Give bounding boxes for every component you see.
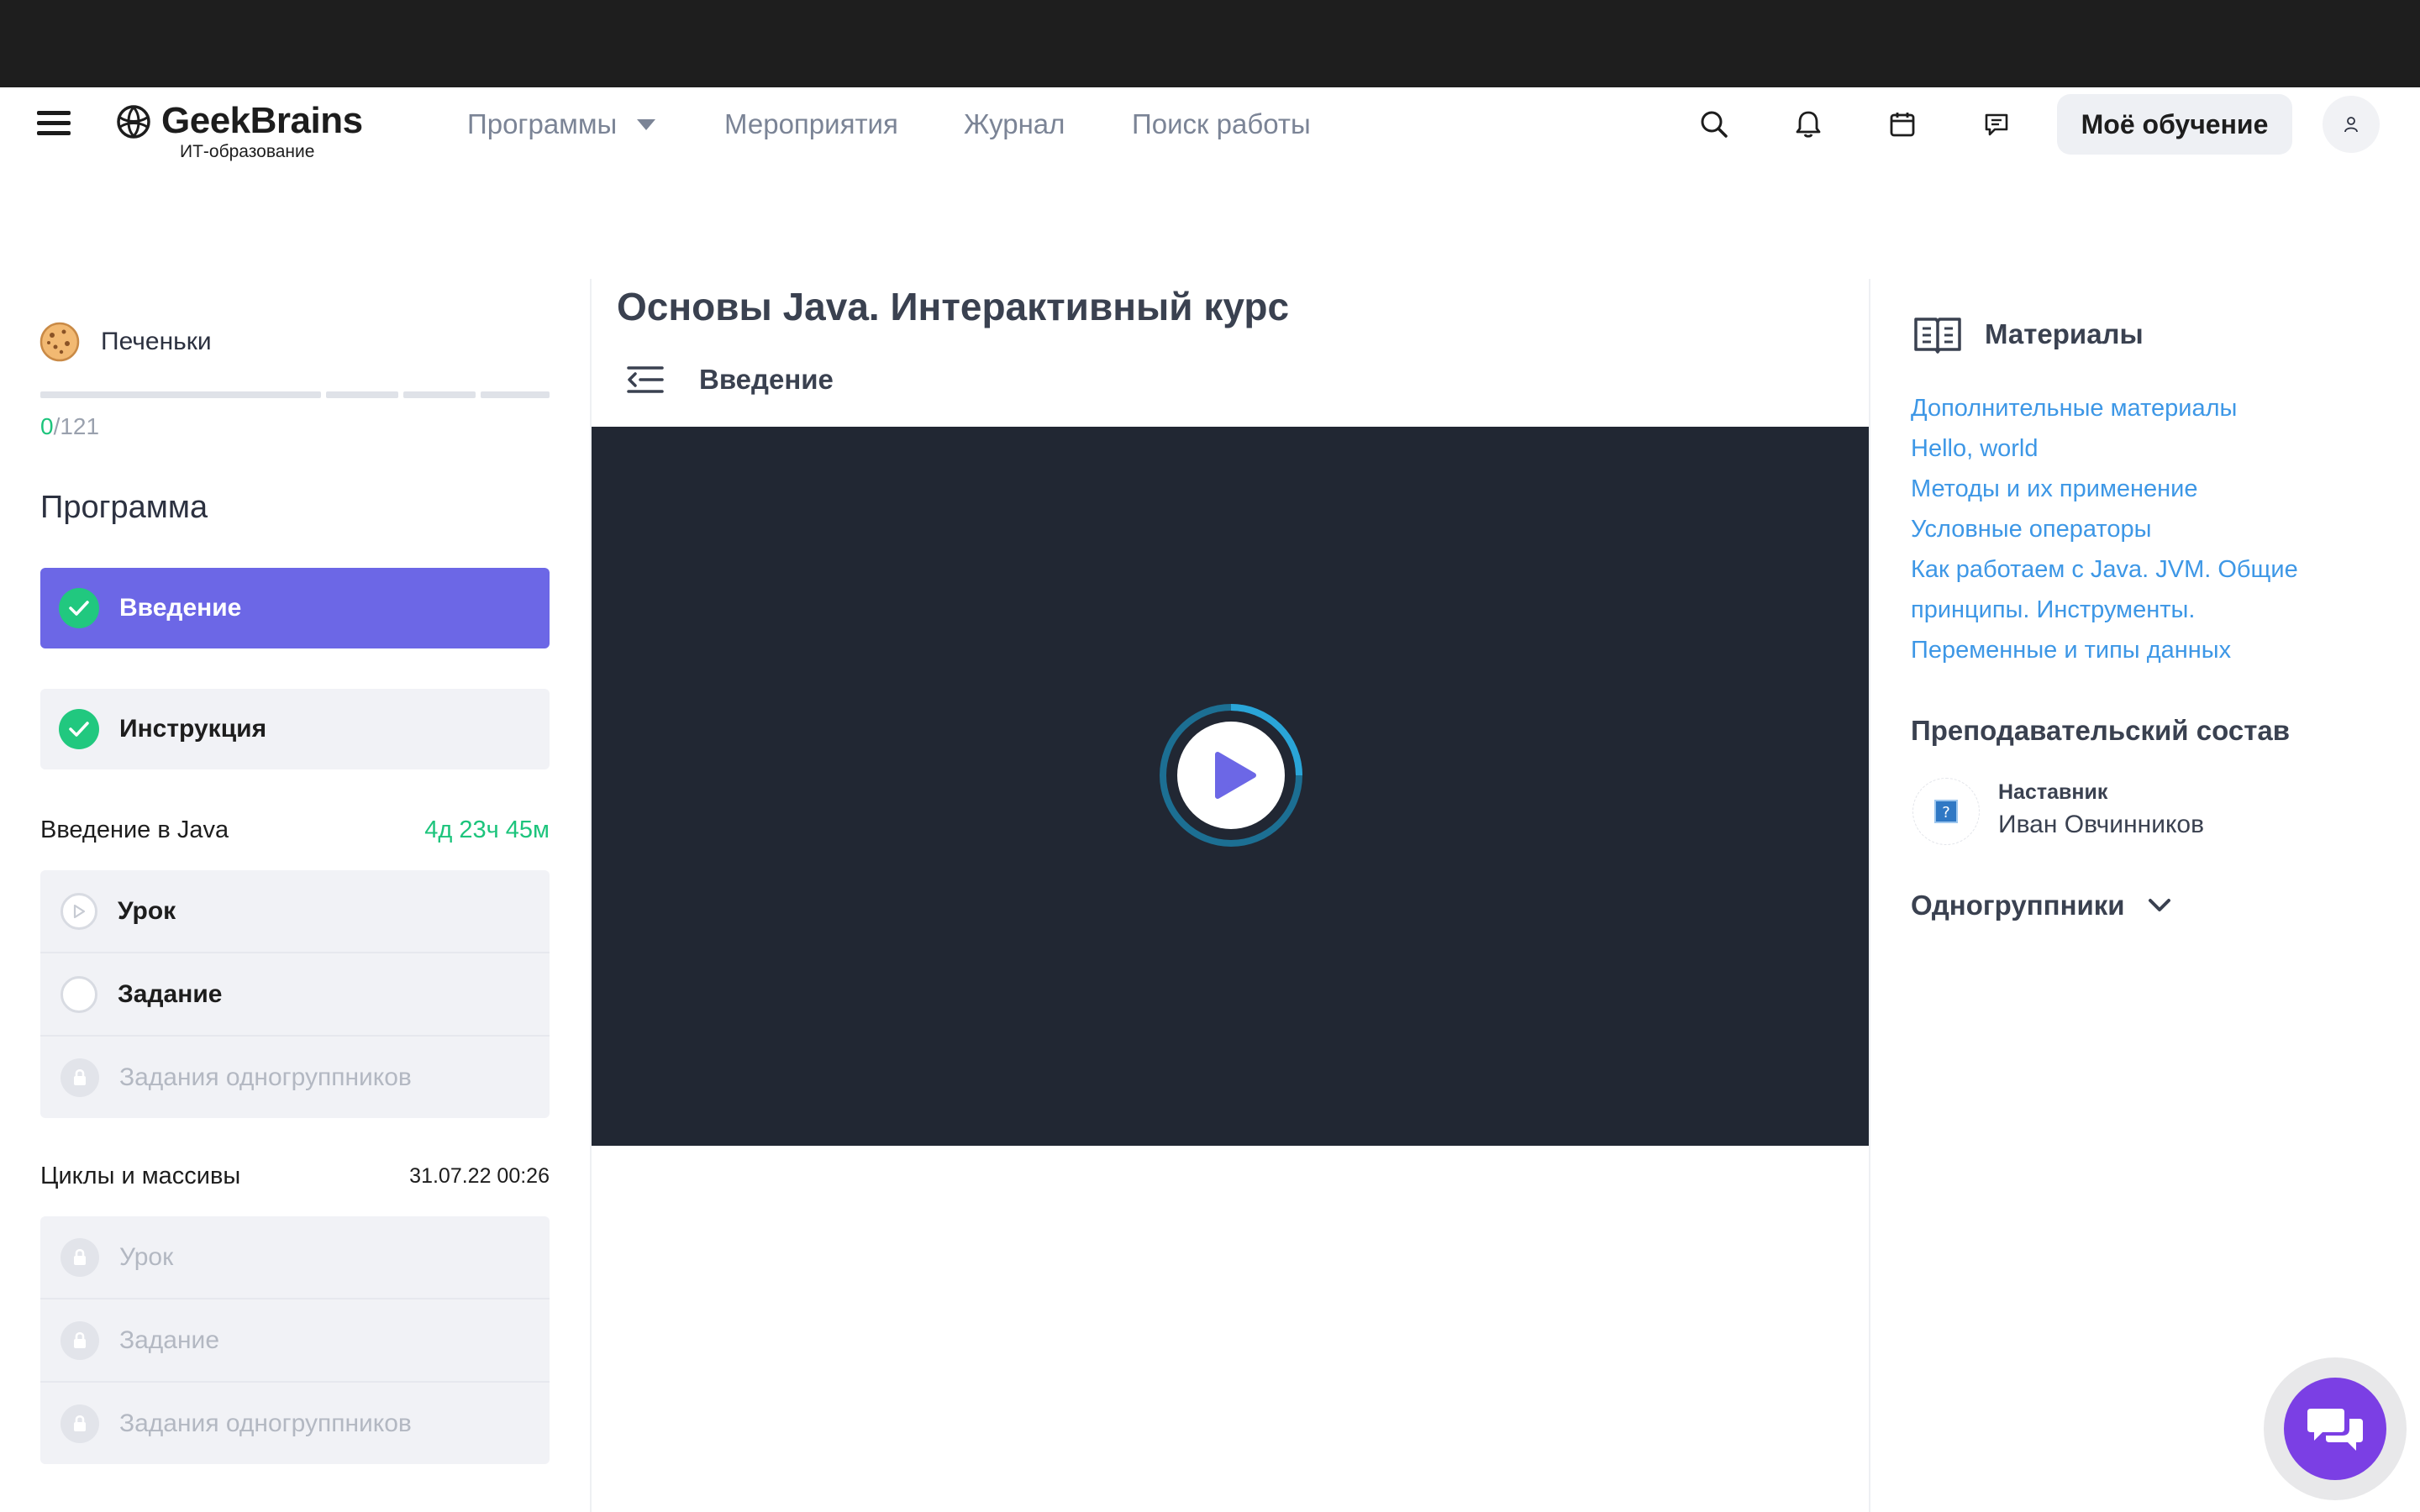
chevron-down-icon xyxy=(2148,899,2170,911)
material-link[interactable]: Hello, world xyxy=(1911,428,2381,469)
list-item-label: Задание xyxy=(118,979,223,1008)
lock-icon xyxy=(60,1058,99,1097)
material-link[interactable]: Как работаем с Java. JVM. Общие принципы… xyxy=(1911,549,2381,630)
list-item-label: Задания одногруппников xyxy=(119,1409,412,1437)
user-icon xyxy=(2344,117,2358,133)
section-deadline: 4д 23ч 45м xyxy=(424,816,550,843)
menu-icon[interactable] xyxy=(37,108,74,138)
teacher-name[interactable]: Иван Овчинников xyxy=(1998,808,2204,842)
logo-subtitle: ИТ-образование xyxy=(180,142,315,161)
program-title: Программа xyxy=(40,490,208,525)
material-link[interactable]: Условные операторы xyxy=(1911,509,2381,549)
material-link[interactable]: Переменные и типы данных xyxy=(1911,630,2381,670)
play-button-icon[interactable] xyxy=(1158,702,1304,848)
nav-job-search[interactable]: Поиск работы xyxy=(1132,104,1311,144)
broken-image-icon: ? xyxy=(1934,800,1958,823)
course-title: Основы Java. Интерактивный курс xyxy=(617,285,1290,328)
groupmates-label: Одногруппники xyxy=(1911,890,2125,921)
empty-circle-icon xyxy=(60,975,97,1013)
teacher-avatar[interactable]: ? xyxy=(1912,778,1980,845)
messages-icon[interactable] xyxy=(1976,104,2017,144)
check-icon xyxy=(59,588,99,628)
lock-icon xyxy=(60,1237,99,1277)
section-group: Урок Задание Задания одногруппников xyxy=(40,1216,550,1464)
list-item[interactable]: Урок xyxy=(40,870,550,953)
teacher-role: Наставник xyxy=(1998,780,2108,804)
calendar-icon[interactable] xyxy=(1882,104,1923,144)
section-title: Введение в Java xyxy=(40,816,229,843)
nav-programs-label: Программы xyxy=(467,108,618,139)
nav-journal[interactable]: Журнал xyxy=(964,104,1065,144)
material-link[interactable]: Дополнительные материалы xyxy=(1911,388,2381,428)
lesson-item-instruction[interactable]: Инструкция xyxy=(40,689,550,769)
book-icon xyxy=(1914,318,1961,354)
teachers-title: Преподавательский состав xyxy=(1911,715,2290,746)
list-item[interactable]: Задание xyxy=(40,953,550,1037)
groupmates-toggle[interactable]: Одногруппники xyxy=(1911,887,2172,924)
list-item-label: Задания одногруппников xyxy=(119,1063,412,1091)
lesson-item-label: Инструкция xyxy=(119,715,267,743)
browser-top-bar xyxy=(0,0,2420,87)
lock-icon xyxy=(60,1404,99,1443)
lock-icon xyxy=(60,1320,99,1360)
caret-down-icon xyxy=(637,118,656,130)
column-divider xyxy=(1869,279,1870,1512)
user-avatar[interactable] xyxy=(2323,96,2380,153)
section-deadline: 31.07.22 00:26 xyxy=(409,1164,550,1188)
lesson-item-label: Введение xyxy=(119,594,242,622)
list-item-label: Урок xyxy=(119,1242,174,1271)
check-icon xyxy=(59,709,99,749)
play-circle-icon xyxy=(60,892,97,930)
list-item[interactable]: Урок xyxy=(40,1216,550,1299)
materials-links: Дополнительные материалы Hello, world Ме… xyxy=(1911,388,2381,670)
score-total: /121 xyxy=(53,413,100,439)
logo-name: GeekBrains xyxy=(161,100,363,141)
list-item-label: Задание xyxy=(119,1326,220,1354)
collapse-menu-icon[interactable] xyxy=(625,361,666,398)
search-icon[interactable] xyxy=(1694,104,1734,144)
chat-button[interactable] xyxy=(2284,1378,2386,1480)
cookie-icon xyxy=(39,322,80,362)
score-value: 0 xyxy=(40,413,54,439)
lesson-title: Введение xyxy=(699,364,834,395)
svg-text:?: ? xyxy=(1942,804,1950,822)
section-header: Циклы и массивы 31.07.22 00:26 xyxy=(40,1158,550,1194)
cookies-label: Печеньки xyxy=(101,328,212,355)
list-item-label: Урок xyxy=(118,896,176,925)
lesson-item-intro[interactable]: Введение xyxy=(40,568,550,648)
section-title: Циклы и массивы xyxy=(40,1163,241,1189)
cookies-score: 0/121 xyxy=(40,412,99,442)
list-item[interactable]: Задания одногруппников xyxy=(40,1037,550,1118)
section-header: Введение в Java 4д 23ч 45м xyxy=(40,811,550,848)
material-link[interactable]: Методы и их применение xyxy=(1911,469,2381,509)
nav-programs[interactable]: Программы xyxy=(467,104,656,144)
list-item[interactable]: Задания одногруппников xyxy=(40,1383,550,1464)
nav-events[interactable]: Мероприятия xyxy=(724,104,898,144)
geekbrains-logo-icon xyxy=(117,105,150,139)
logo[interactable]: GeekBrains ИТ-образование xyxy=(116,99,363,166)
materials-title: Материалы xyxy=(1985,318,2144,349)
section-group: Урок Задание Задания одногруппников xyxy=(40,870,550,1118)
my-learning-button[interactable]: Моё обучение xyxy=(2057,94,2292,155)
bell-icon[interactable] xyxy=(1788,104,1828,144)
cookies-progress-bar xyxy=(40,391,550,398)
chat-icon xyxy=(2307,1409,2363,1451)
list-item[interactable]: Задание xyxy=(40,1299,550,1383)
